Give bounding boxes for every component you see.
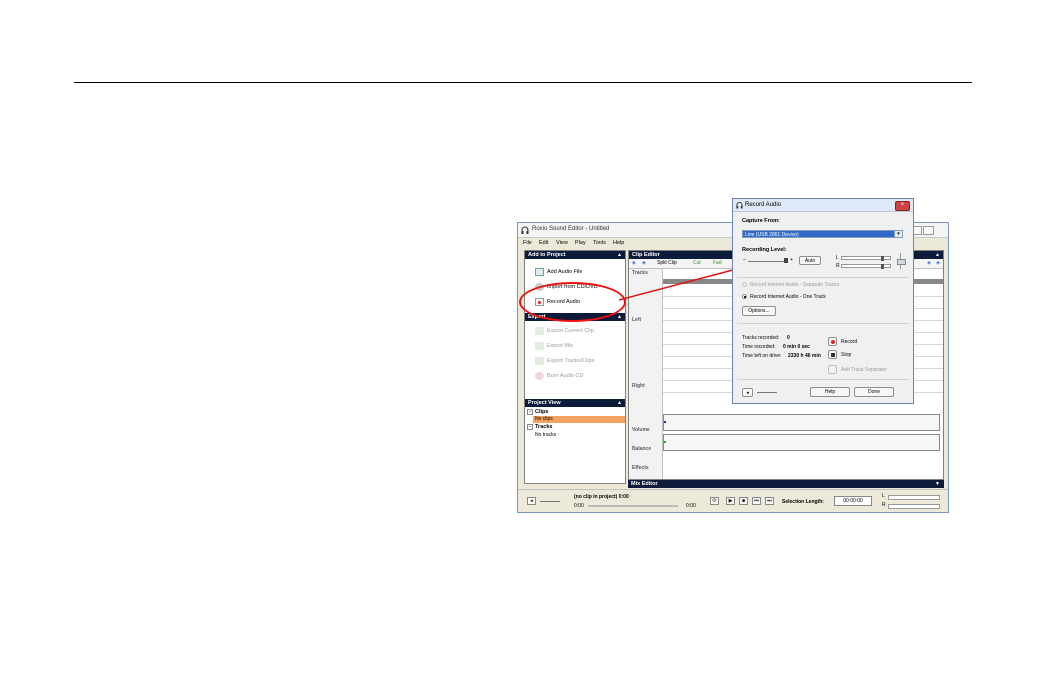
divider <box>737 323 909 324</box>
time-left-value: 2330 h 46 min <box>788 353 821 359</box>
headphones-icon <box>736 202 743 209</box>
time-recorded-value: 0 min 0 sec <box>783 344 810 350</box>
stop-icon <box>831 353 835 357</box>
radio-separate-tracks[interactable] <box>742 282 747 287</box>
radio-one-label: Record Internet Audio - One Track <box>750 294 826 300</box>
chevron-down-icon[interactable]: ▾ <box>894 230 903 238</box>
recording-level-slider[interactable] <box>748 261 788 262</box>
recording-level-label: Recording Level: <box>742 247 787 253</box>
speaker-icon[interactable]: ◂ <box>742 388 753 397</box>
meter-l-label: L <box>836 255 839 261</box>
level-plus: + <box>790 257 793 263</box>
divider <box>737 277 909 278</box>
record-audio-dialog: Record Audio × Capture From: Line (USB 2… <box>732 198 914 404</box>
help-button[interactable]: Help <box>810 387 850 397</box>
close-icon[interactable]: × <box>895 201 910 211</box>
slider-thumb[interactable] <box>784 258 788 263</box>
time-left-label: Time left on drive: <box>742 353 782 359</box>
meter-r-label: R <box>836 263 840 269</box>
options-button[interactable]: Options... <box>742 306 776 316</box>
level-minus: – <box>743 257 746 263</box>
divider <box>737 379 909 380</box>
vertical-slider-thumb[interactable] <box>897 259 906 265</box>
radio-separate-label: Record Internet Audio - Separate Tracks <box>750 282 840 288</box>
time-recorded-label: Time recorded: <box>742 344 776 350</box>
dialog-title: Record Audio <box>745 202 782 208</box>
add-track-separator-button[interactable] <box>828 365 837 374</box>
record-button[interactable] <box>828 337 837 346</box>
input-meter-r <box>841 264 891 269</box>
tracks-recorded-value: 0 <box>787 335 790 341</box>
dialog-title-bar: Record Audio × <box>733 199 913 212</box>
capture-from-select[interactable]: Line (USB 2861 Device) <box>742 230 902 238</box>
stop-label: Stop <box>841 352 852 358</box>
radio-one-track[interactable] <box>742 294 747 299</box>
capture-from-label: Capture From: <box>742 218 780 224</box>
auto-button[interactable]: Auto <box>799 256 821 265</box>
stop-button[interactable] <box>828 350 837 359</box>
done-button[interactable]: Done <box>854 387 894 397</box>
record-icon <box>831 340 835 344</box>
record-label: Record <box>841 339 858 345</box>
add-track-separator-label: Add Track Separator <box>841 367 887 373</box>
input-meter-l <box>841 256 891 261</box>
monitor-volume-slider[interactable] <box>757 392 777 393</box>
tracks-recorded-label: Tracks recorded: <box>742 335 780 341</box>
